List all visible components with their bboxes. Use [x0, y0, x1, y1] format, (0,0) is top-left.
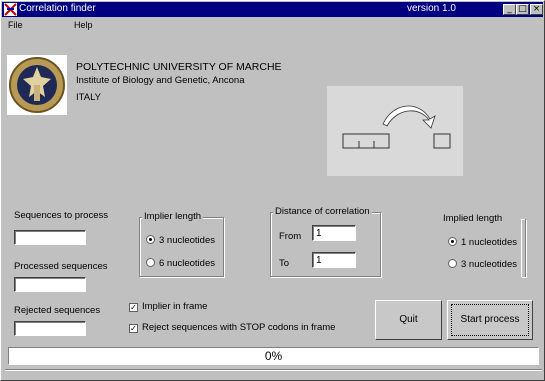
implier-in-frame-checkbox[interactable]: ✓ Implier in frame	[129, 301, 207, 312]
radio-unchecked-icon	[448, 259, 457, 268]
implied-3-nucleotides-radio[interactable]: 3 nucleotides	[448, 259, 517, 270]
status-bar	[5, 369, 542, 380]
version-label: version 1.0	[407, 3, 456, 14]
implied-length-title: Implied length	[441, 213, 505, 224]
from-field[interactable]	[312, 225, 356, 241]
maximize-button[interactable]: □	[516, 4, 529, 15]
implied-length-group	[521, 219, 526, 277]
reject-stop-codons-checkbox[interactable]: ✓ Reject sequences with STOP codons in fr…	[129, 322, 335, 333]
progress-text: 0%	[264, 349, 283, 363]
implier-6-nucleotides-radio[interactable]: 6 nucleotides	[146, 258, 215, 269]
reject-stop-codons-label: Reject sequences with STOP codons in fra…	[142, 322, 336, 333]
start-process-button[interactable]: Start process	[447, 300, 533, 340]
sequences-to-process-label: Sequences to process	[14, 210, 109, 221]
close-button[interactable]: ×	[530, 4, 543, 15]
implier-in-frame-label: Implier in frame	[142, 301, 208, 312]
menu-file[interactable]: File	[8, 20, 23, 30]
distance-title: Distance of correlation	[273, 206, 372, 217]
university-seal-icon	[9, 57, 65, 113]
rejected-sequences-label: Rejected sequences	[14, 305, 101, 316]
main-window: Correlation finder version 1.0 _ □ × Fil…	[0, 0, 545, 381]
implier-3-nucleotides-radio[interactable]: 3 nucleotides	[146, 235, 215, 246]
radio-checked-icon	[146, 235, 155, 244]
implied-option-3-label: 3 nucleotides	[461, 259, 517, 270]
implier-length-title: Implier length	[142, 211, 204, 222]
menu-help[interactable]: Help	[74, 20, 93, 30]
sequences-to-process-field[interactable]	[14, 230, 86, 245]
checkbox-checked-icon: ✓	[129, 303, 138, 312]
institute-name: Institute of Biology and Genetic, Ancona	[76, 75, 245, 86]
implied-option-1-label: 1 nucleotides	[461, 237, 517, 248]
radio-unchecked-icon	[146, 258, 155, 267]
correlation-diagram	[327, 86, 463, 176]
implier-option-3-label: 3 nucleotides	[159, 235, 215, 246]
minimize-icon: _	[507, 4, 512, 14]
checkbox-checked-icon: ✓	[129, 324, 138, 333]
close-icon: ×	[532, 4, 541, 14]
app-icon	[4, 3, 17, 16]
from-label: From	[279, 231, 302, 242]
maximize-icon: □	[518, 4, 527, 14]
processed-sequences-field[interactable]	[14, 277, 86, 292]
quit-button[interactable]: Quit	[375, 300, 442, 340]
country-name: ITALY	[76, 92, 101, 103]
processed-sequences-label: Processed sequences	[14, 261, 108, 272]
menu-bar: File Help	[2, 18, 543, 32]
to-field[interactable]	[312, 252, 356, 268]
correlation-arrow-icon	[342, 105, 451, 149]
minimize-button[interactable]: _	[503, 4, 516, 15]
radio-checked-icon	[448, 237, 457, 246]
title-bar[interactable]: Correlation finder version 1.0 _ □ ×	[2, 2, 543, 17]
window-title: Correlation finder	[19, 3, 96, 14]
implier-option-6-label: 6 nucleotides	[159, 258, 215, 269]
university-logo	[7, 55, 67, 115]
implied-1-nucleotide-radio[interactable]: 1 nucleotides	[448, 237, 517, 248]
to-label: To	[279, 258, 290, 269]
progress-bar: 0%	[8, 347, 539, 365]
university-name: POLYTECHNIC UNIVERSITY OF MARCHE	[76, 61, 282, 73]
rejected-sequences-field[interactable]	[14, 321, 86, 336]
